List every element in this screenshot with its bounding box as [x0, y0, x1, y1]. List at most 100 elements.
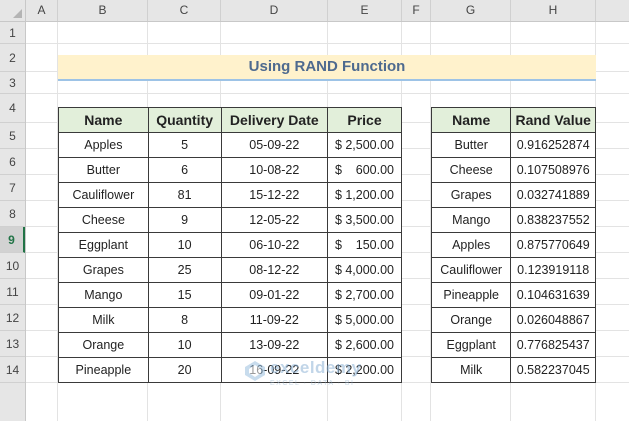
cell-name[interactable]: Mango: [58, 282, 149, 308]
cell-delivery-date[interactable]: 05-09-22: [220, 132, 329, 158]
row-header-5[interactable]: 5: [0, 123, 25, 149]
row-header-6[interactable]: 6: [0, 149, 25, 175]
cell-name[interactable]: Pineapple: [58, 357, 149, 383]
row-headers: 1 2 3 4 5 6 7 8 9 10 11 12 13 14: [0, 22, 26, 421]
cell-rand-value[interactable]: 0.875770649: [510, 232, 596, 258]
spreadsheet: A B C D E F G H 1 2 3 4 5 6 7 8 9 10 11 …: [0, 0, 629, 421]
cell-name[interactable]: Mango: [430, 207, 512, 233]
cell-name[interactable]: Butter: [58, 157, 149, 183]
row-header-2[interactable]: 2: [0, 44, 25, 72]
cell-rand-value[interactable]: 0.026048867: [510, 307, 596, 333]
cell-quantity[interactable]: 81: [147, 182, 222, 208]
row-header-4[interactable]: 4: [0, 94, 25, 123]
cell-price[interactable]: $2,600.00: [327, 332, 402, 358]
cell-price[interactable]: $3,500.00: [327, 207, 402, 233]
cell-price[interactable]: $600.00: [327, 157, 402, 183]
column-header-g[interactable]: G: [431, 0, 511, 21]
header-rand-value[interactable]: Rand Value: [510, 107, 596, 133]
cell-quantity[interactable]: 20: [147, 357, 222, 383]
cell-grid[interactable]: Using RAND Function Name Quantity Delive…: [26, 22, 629, 421]
header-quantity[interactable]: Quantity: [147, 107, 222, 133]
table-row: Apples 5 05-09-22 $2,500.00: [58, 132, 402, 158]
header-name[interactable]: Name: [58, 107, 149, 133]
cell-price[interactable]: $2,500.00: [327, 132, 402, 158]
cell-rand-value[interactable]: 0.776825437: [510, 332, 596, 358]
row-header-14[interactable]: 14: [0, 357, 25, 383]
header-delivery-date[interactable]: Delivery Date: [220, 107, 329, 133]
cell-delivery-date[interactable]: 09-01-22: [220, 282, 329, 308]
cell-name[interactable]: Milk: [58, 307, 149, 333]
cell-quantity[interactable]: 25: [147, 257, 222, 283]
cell-name[interactable]: Cheese: [430, 157, 512, 183]
currency-symbol: $: [335, 313, 342, 327]
cell-rand-value[interactable]: 0.838237552: [510, 207, 596, 233]
cell-price[interactable]: $1,200.00: [327, 182, 402, 208]
cell-name[interactable]: Milk: [430, 357, 512, 383]
row-header-10[interactable]: 10: [0, 253, 25, 279]
column-header-b[interactable]: B: [58, 0, 148, 21]
cell-quantity[interactable]: 5: [147, 132, 222, 158]
cell-name[interactable]: Eggplant: [430, 332, 512, 358]
cell-delivery-date[interactable]: 16-09-22: [220, 357, 329, 383]
cell-rand-value[interactable]: 0.107508976: [510, 157, 596, 183]
column-header-e[interactable]: E: [328, 0, 402, 21]
sheet-title[interactable]: Using RAND Function: [58, 55, 596, 81]
column-header-f[interactable]: F: [402, 0, 431, 21]
row-header-1[interactable]: 1: [0, 22, 25, 44]
cell-price[interactable]: $2,700.00: [327, 282, 402, 308]
cell-price[interactable]: $5,000.00: [327, 307, 402, 333]
row-header-13[interactable]: 13: [0, 331, 25, 357]
row-header-3[interactable]: 3: [0, 72, 25, 94]
currency-symbol: $: [335, 338, 342, 352]
row-header-11[interactable]: 11: [0, 279, 25, 305]
cell-rand-value[interactable]: 0.032741889: [510, 182, 596, 208]
column-header-a[interactable]: A: [26, 0, 58, 21]
row-header-12[interactable]: 12: [0, 305, 25, 331]
table-row: Cheese 9 12-05-22 $3,500.00: [58, 207, 402, 233]
cell-price[interactable]: $2,200.00: [327, 357, 402, 383]
row-header-7[interactable]: 7: [0, 175, 25, 201]
cell-rand-value[interactable]: 0.582237045: [510, 357, 596, 383]
cell-delivery-date[interactable]: 10-08-22: [220, 157, 329, 183]
rand-table: Name Rand Value Butter 0.916252874 Cheese…: [430, 107, 596, 383]
cell-name[interactable]: Apples: [58, 132, 149, 158]
header-name[interactable]: Name: [430, 107, 512, 133]
cell-price[interactable]: $150.00: [327, 232, 402, 258]
column-header-h[interactable]: H: [511, 0, 596, 21]
cell-quantity[interactable]: 9: [147, 207, 222, 233]
cell-price[interactable]: $4,000.00: [327, 257, 402, 283]
cell-delivery-date[interactable]: 08-12-22: [220, 257, 329, 283]
cell-quantity[interactable]: 8: [147, 307, 222, 333]
cell-rand-value[interactable]: 0.916252874: [510, 132, 596, 158]
cell-name[interactable]: Cauliflower: [430, 257, 512, 283]
cell-name[interactable]: Eggplant: [58, 232, 149, 258]
cell-name[interactable]: Apples: [430, 232, 512, 258]
cell-name[interactable]: Butter: [430, 132, 512, 158]
cell-name[interactable]: Orange: [58, 332, 149, 358]
cell-rand-value[interactable]: 0.123919118: [510, 257, 596, 283]
cell-name[interactable]: Cheese: [58, 207, 149, 233]
row-header-8[interactable]: 8: [0, 201, 25, 227]
cell-delivery-date[interactable]: 13-09-22: [220, 332, 329, 358]
cell-delivery-date[interactable]: 11-09-22: [220, 307, 329, 333]
cell-delivery-date[interactable]: 15-12-22: [220, 182, 329, 208]
cell-delivery-date[interactable]: 06-10-22: [220, 232, 329, 258]
column-header-c[interactable]: C: [148, 0, 221, 21]
cell-delivery-date[interactable]: 12-05-22: [220, 207, 329, 233]
cell-quantity[interactable]: 10: [147, 332, 222, 358]
cell-name[interactable]: Grapes: [58, 257, 149, 283]
cell-name[interactable]: Orange: [430, 307, 512, 333]
select-all-button[interactable]: [0, 0, 26, 22]
header-price[interactable]: Price: [327, 107, 402, 133]
cell-name[interactable]: Grapes: [430, 182, 512, 208]
column-header-d[interactable]: D: [221, 0, 328, 21]
cell-quantity[interactable]: 6: [147, 157, 222, 183]
cell-quantity[interactable]: 10: [147, 232, 222, 258]
row-header-9[interactable]: 9: [0, 227, 25, 253]
currency-symbol: $: [335, 263, 342, 277]
gridline: [26, 93, 629, 94]
cell-name[interactable]: Cauliflower: [58, 182, 149, 208]
cell-quantity[interactable]: 15: [147, 282, 222, 308]
cell-name[interactable]: Pineapple: [430, 282, 512, 308]
cell-rand-value[interactable]: 0.104631639: [510, 282, 596, 308]
